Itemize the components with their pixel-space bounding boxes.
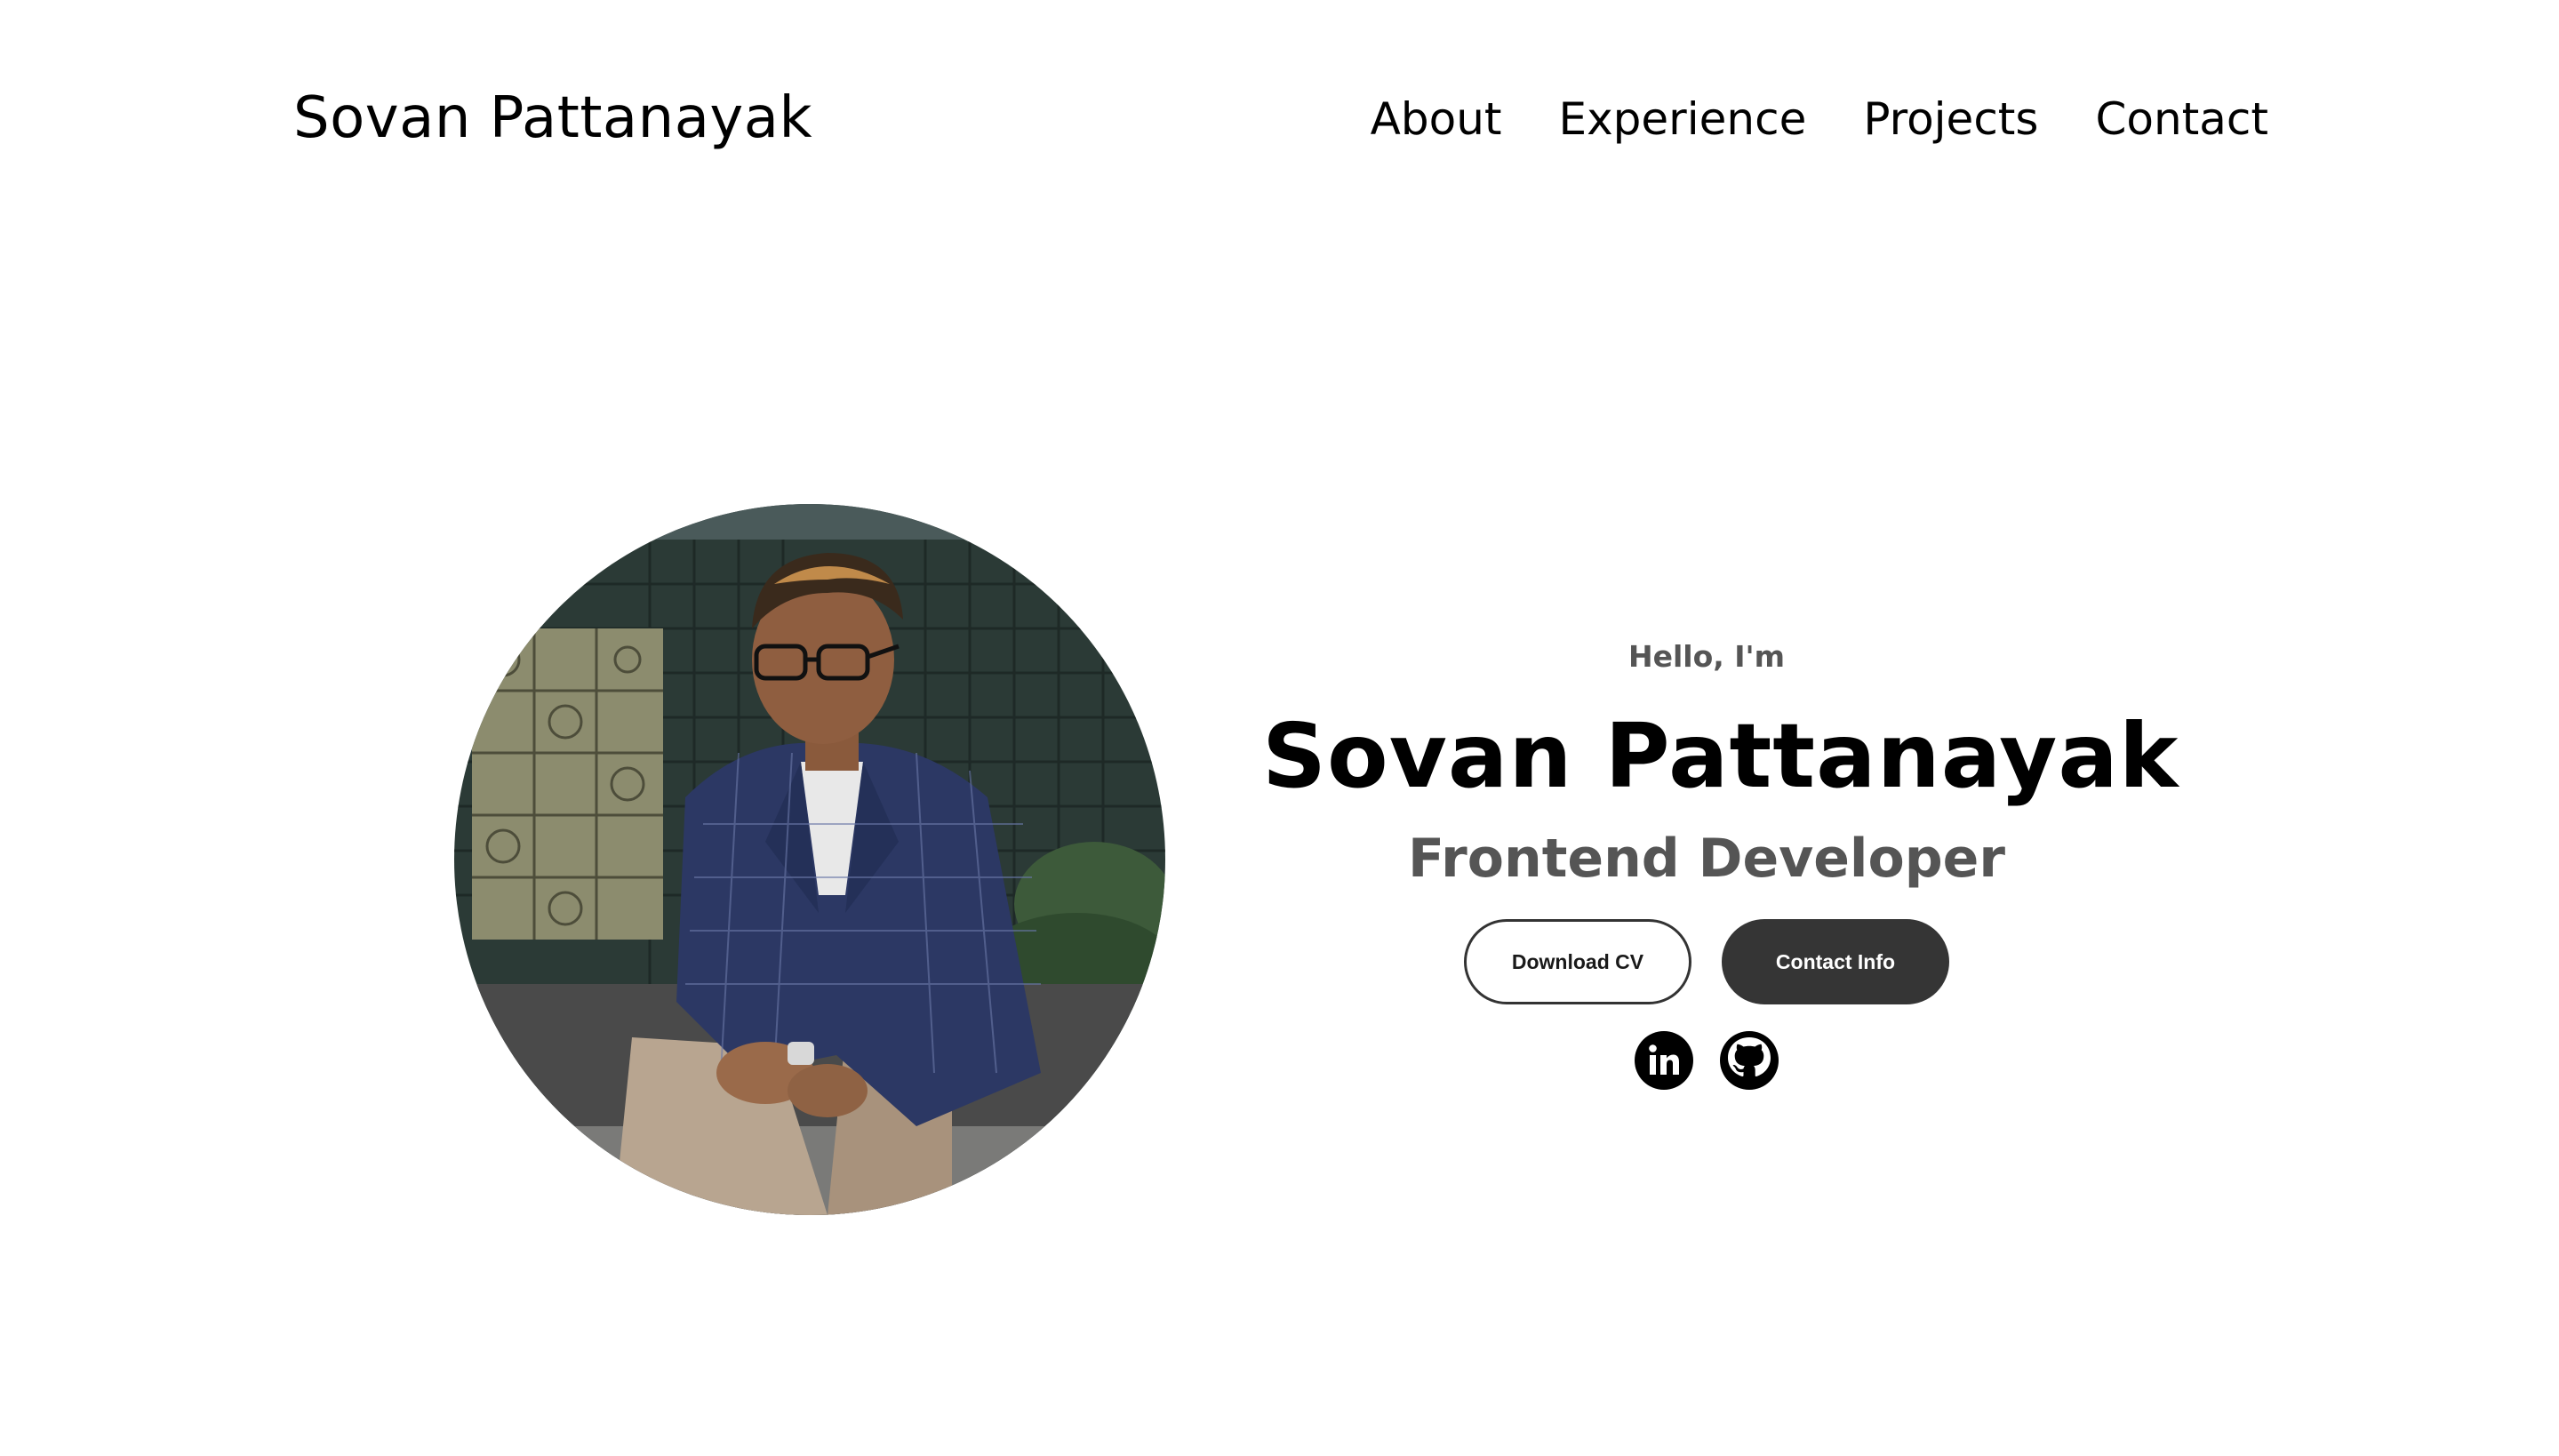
nav-contact[interactable]: Contact bbox=[2095, 93, 2268, 145]
hero-text: Hello, I'm Sovan Pattanayak Frontend Dev… bbox=[1262, 633, 2179, 1090]
nav-projects[interactable]: Projects bbox=[1863, 93, 2038, 145]
download-cv-button[interactable]: Download CV bbox=[1464, 919, 1691, 1004]
hero-buttons: Download CV Contact Info bbox=[1262, 919, 2151, 1004]
hero-name: Sovan Pattanayak bbox=[1262, 704, 2179, 808]
site-logo[interactable]: Sovan Pattanayak bbox=[293, 85, 812, 151]
nav-experience[interactable]: Experience bbox=[1559, 93, 1807, 145]
nav-about[interactable]: About bbox=[1371, 93, 1502, 145]
social-links bbox=[1262, 1031, 2151, 1090]
github-icon[interactable] bbox=[1720, 1031, 1779, 1090]
hero-role: Frontend Developer bbox=[1408, 828, 2005, 890]
profile-photo bbox=[454, 504, 1165, 1215]
greeting-text: Hello, I'm bbox=[1627, 639, 1786, 674]
linkedin-icon[interactable] bbox=[1635, 1031, 1693, 1090]
main-nav: About Experience Projects Contact bbox=[1371, 93, 2268, 145]
contact-info-button[interactable]: Contact Info bbox=[1722, 919, 1949, 1004]
